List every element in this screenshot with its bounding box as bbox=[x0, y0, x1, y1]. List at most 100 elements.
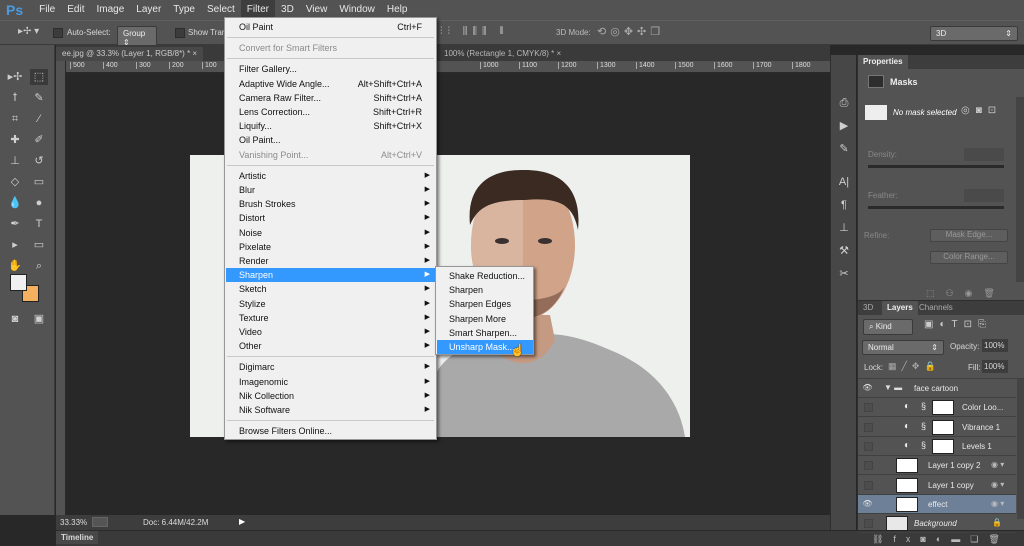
fill-field[interactable]: 100% bbox=[982, 360, 1008, 373]
workspace-dropdown[interactable]: 3D ⇕ bbox=[930, 26, 1018, 41]
visibility-toggle[interactable] bbox=[864, 441, 873, 451]
layers-scrollbar[interactable] bbox=[1017, 379, 1024, 519]
feather-field[interactable] bbox=[964, 189, 1004, 202]
eye-icon[interactable]: 👁 bbox=[862, 383, 873, 393]
show-transform-checkbox[interactable] bbox=[175, 28, 185, 38]
move-tool-icon[interactable]: ▸✢ bbox=[6, 69, 24, 85]
layer-row[interactable]: ◉ ▾ Layer 1 copy 2 bbox=[858, 456, 1016, 476]
align-icons[interactable]: ⫶⫶ ⫼⫼⫼ ⫴ bbox=[440, 26, 509, 37]
filter-menu-item-noise[interactable]: Noise ▶ bbox=[226, 226, 435, 240]
filter-menu-item-sharpen[interactable]: Sharpen ▶ bbox=[226, 268, 435, 283]
filter-menu-item-nik-software[interactable]: Nik Software ▶ bbox=[226, 403, 435, 417]
lasso-tool-icon[interactable]: ꝉ bbox=[6, 90, 24, 106]
clone-stamp-tool-icon[interactable]: ⊥ bbox=[6, 153, 24, 169]
layers-footer-icons[interactable]: ⛓fx◙◐▬❏🗑 bbox=[872, 534, 1010, 545]
quick-mask-icon[interactable]: ◙ bbox=[6, 311, 24, 327]
close-icon[interactable]: × bbox=[557, 49, 562, 58]
tab-3d[interactable]: 3D bbox=[858, 301, 878, 315]
tab-properties[interactable]: Properties bbox=[858, 55, 908, 69]
visibility-toggle[interactable] bbox=[864, 480, 873, 490]
properties-footer-icons[interactable]: ⬚⚇◉🗑 bbox=[926, 288, 1006, 299]
shape-tool-icon[interactable]: ▭ bbox=[30, 237, 48, 253]
filter-menu-item-filter-gallery[interactable]: Filter Gallery... bbox=[226, 62, 435, 76]
filter-menu-item-sketch[interactable]: Sketch ▶ bbox=[226, 282, 435, 296]
link-icon[interactable]: § bbox=[921, 401, 926, 411]
close-icon[interactable]: × bbox=[192, 49, 197, 58]
healing-tool-icon[interactable]: ✚ bbox=[6, 132, 24, 148]
mask-thumb[interactable] bbox=[932, 438, 954, 454]
background-thumb[interactable] bbox=[886, 516, 908, 532]
sharpen-menu-item-sharpen[interactable]: Sharpen bbox=[437, 283, 533, 297]
filter-menu-item-liquify[interactable]: Liquify... Shift+Ctrl+X bbox=[226, 119, 435, 133]
link-icon[interactable]: § bbox=[921, 440, 926, 450]
paragraph-panel-icon[interactable]: ¶ bbox=[835, 197, 853, 213]
smart-filter-icon[interactable]: ◉ ▾ bbox=[991, 480, 1004, 489]
eye-icon[interactable]: 👁 bbox=[862, 499, 873, 509]
layer-row[interactable]: ◉ ▾ Layer 1 copy bbox=[858, 476, 1016, 495]
lock-icons[interactable]: ▦╱✥🔒 bbox=[888, 361, 941, 372]
brush-tool-icon[interactable]: ✐ bbox=[30, 132, 48, 148]
screen-mode-icon[interactable]: ▣ bbox=[30, 311, 48, 327]
dodge-tool-icon[interactable]: ● bbox=[30, 195, 48, 211]
tool-presets-panel-icon[interactable]: ⚒ bbox=[835, 243, 853, 259]
mask-thumb[interactable] bbox=[932, 419, 954, 435]
properties-scrollbar[interactable] bbox=[1016, 97, 1024, 282]
filter-menu-item-video[interactable]: Video ▶ bbox=[226, 325, 435, 339]
actions-panel-icon[interactable]: ▶ bbox=[835, 118, 853, 134]
tab-rectangle[interactable]: 100% (Rectangle 1, CMYK/8) * × bbox=[438, 47, 567, 61]
filter-menu-item-imagenomic[interactable]: Imagenomic ▶ bbox=[226, 375, 435, 389]
filter-menu-item-oil-paint[interactable]: Oil Paint... bbox=[226, 133, 435, 147]
layer-thumb[interactable] bbox=[896, 458, 918, 474]
filter-menu-item-camera-raw-filter[interactable]: Camera Raw Filter... Shift+Ctrl+A bbox=[226, 91, 435, 105]
layer-row[interactable]: 👁 ◉ ▾ effect bbox=[858, 494, 1016, 514]
filter-menu-item-convert-for-smart-filters[interactable]: Convert for Smart Filters bbox=[226, 41, 435, 55]
filter-menu-item-artistic[interactable]: Artistic ▶ bbox=[226, 169, 435, 183]
filter-menu-item-distort[interactable]: Distort ▶ bbox=[226, 211, 435, 225]
3d-mode-icons[interactable]: ⟲◎✥✣❒ bbox=[597, 25, 664, 38]
filter-menu-item-other[interactable]: Other ▶ bbox=[226, 339, 435, 353]
layer-thumb[interactable] bbox=[896, 496, 918, 512]
gradient-tool-icon[interactable]: ▭ bbox=[30, 174, 48, 190]
menu-image[interactable]: Image bbox=[90, 0, 130, 20]
filter-menu-item-brush-strokes[interactable]: Brush Strokes ▶ bbox=[226, 197, 435, 211]
layer-row[interactable]: ◐ § Levels 1 bbox=[858, 437, 1016, 456]
crop-tool-icon[interactable]: ⌗ bbox=[6, 111, 24, 127]
layer-row[interactable]: ◐ § Color Loo... bbox=[858, 398, 1016, 418]
filter-menu-item-pixelate[interactable]: Pixelate ▶ bbox=[226, 240, 435, 254]
color-range-button[interactable]: Color Range... bbox=[930, 251, 1008, 264]
filter-menu-item-adaptive-wide-angle[interactable]: Adaptive Wide Angle... Alt+Shift+Ctrl+A bbox=[226, 77, 435, 91]
filter-menu-item-oil-paint[interactable]: Oil Paint Ctrl+F bbox=[226, 20, 435, 34]
menu-type[interactable]: Type bbox=[167, 0, 201, 20]
menu-file[interactable]: File bbox=[33, 0, 61, 20]
type-tool-icon[interactable]: T bbox=[30, 216, 48, 232]
filter-menu-item-render[interactable]: Render ▶ bbox=[226, 254, 435, 268]
filter-kind-dropdown[interactable]: ⌕ Kind bbox=[863, 319, 913, 335]
layer-row[interactable]: 👁 ▼ ▬ face cartoon bbox=[858, 379, 1016, 398]
tab-ee-jpg[interactable]: ee.jpg @ 33.3% (Layer 1, RGB/8*) * × bbox=[56, 47, 204, 61]
opacity-field[interactable]: 100% bbox=[982, 339, 1008, 352]
density-slider[interactable] bbox=[868, 165, 1004, 168]
filter-menu-item-browse-filters-online[interactable]: Browse Filters Online... bbox=[226, 424, 435, 438]
history-brush-tool-icon[interactable]: ↺ bbox=[30, 153, 48, 169]
visibility-toggle[interactable] bbox=[864, 461, 873, 471]
menu-edit[interactable]: Edit bbox=[61, 0, 90, 20]
filter-menu-item-texture[interactable]: Texture ▶ bbox=[226, 311, 435, 325]
sharpen-menu-item-smart-sharpen[interactable]: Smart Sharpen... bbox=[437, 326, 533, 340]
sharpen-menu-item-shake-reduction[interactable]: Shake Reduction... bbox=[437, 269, 533, 283]
feather-slider[interactable] bbox=[868, 206, 1004, 209]
blend-mode-dropdown[interactable]: Normal ⇕ bbox=[862, 340, 944, 355]
eraser-tool-icon[interactable]: ◇ bbox=[6, 174, 24, 190]
path-select-tool-icon[interactable]: ▸ bbox=[6, 237, 24, 253]
visibility-toggle[interactable] bbox=[864, 422, 873, 432]
pen-tool-icon[interactable]: ✒ bbox=[6, 216, 24, 232]
density-field[interactable] bbox=[964, 148, 1004, 161]
blur-tool-icon[interactable]: 💧 bbox=[6, 195, 24, 211]
status-menu-arrow-icon[interactable]: ▶ bbox=[239, 517, 245, 526]
hand-tool-icon[interactable]: ✋ bbox=[6, 258, 24, 274]
quick-select-tool-icon[interactable]: ✎ bbox=[30, 90, 48, 106]
layer-filter-icons[interactable]: ▣◐T⊡⎘ bbox=[924, 319, 992, 330]
mask-thumb[interactable] bbox=[932, 400, 954, 416]
zoom-level[interactable]: 33.33% bbox=[60, 518, 87, 527]
eyedropper-tool-icon[interactable]: ⁄ bbox=[30, 111, 48, 127]
visibility-toggle[interactable] bbox=[864, 519, 873, 529]
